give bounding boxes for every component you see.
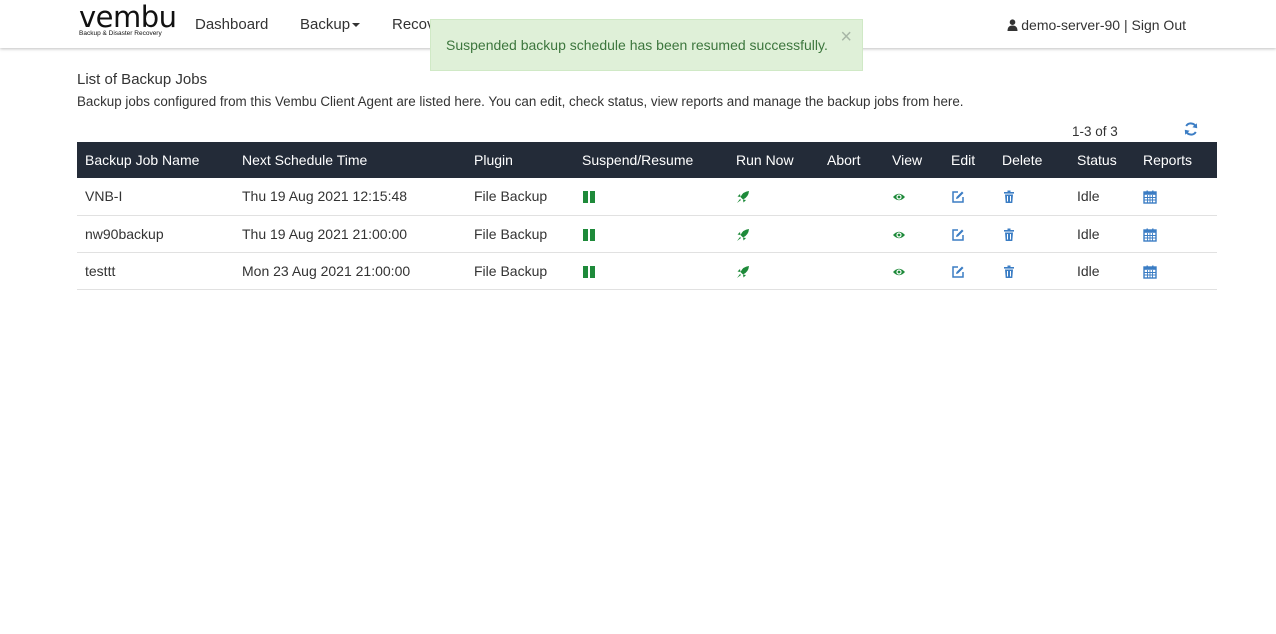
reports-cell bbox=[1135, 178, 1217, 216]
status: Idle bbox=[1069, 178, 1135, 216]
col-suspend-resume: Suspend/Resume bbox=[582, 152, 694, 168]
user-separator: | bbox=[1123, 17, 1128, 33]
nav-backup-label: Backup bbox=[300, 16, 351, 33]
page-title: List of Backup Jobs bbox=[77, 71, 208, 88]
abort-cell bbox=[819, 178, 884, 216]
success-alert: Suspended backup schedule has been resum… bbox=[430, 19, 863, 71]
view-cell bbox=[884, 178, 943, 216]
col-plugin: Plugin bbox=[474, 152, 513, 168]
col-job-name: Backup Job Name bbox=[85, 152, 200, 168]
table-row: testtt Mon 23 Aug 2021 21:00:00 File Bac… bbox=[77, 252, 1217, 290]
eye-icon[interactable] bbox=[892, 190, 906, 204]
status: Idle bbox=[1069, 215, 1135, 253]
nav-backup[interactable]: Backup bbox=[300, 16, 361, 33]
table-row: VNB-I Thu 19 Aug 2021 12:15:48 File Back… bbox=[77, 178, 1217, 216]
logo-wordmark: vembu bbox=[79, 0, 177, 34]
eye-icon[interactable] bbox=[892, 265, 906, 279]
job-name: nw90backup bbox=[77, 215, 234, 253]
col-run-now: Run Now bbox=[736, 152, 794, 168]
chevron-down-icon bbox=[352, 23, 361, 28]
pause-icon[interactable] bbox=[582, 190, 596, 204]
table-header-row: Backup Job Name Next Schedule Time Plugi… bbox=[77, 142, 1217, 178]
user-icon bbox=[1007, 19, 1018, 31]
status: Idle bbox=[1069, 252, 1135, 290]
rocket-icon[interactable] bbox=[736, 228, 750, 242]
refresh-icon[interactable] bbox=[1183, 121, 1199, 137]
backup-jobs-table: Backup Job Name Next Schedule Time Plugi… bbox=[77, 142, 1217, 290]
trash-icon[interactable] bbox=[1002, 228, 1016, 242]
suspend-cell bbox=[574, 252, 728, 290]
next-schedule: Mon 23 Aug 2021 21:00:00 bbox=[234, 252, 466, 290]
close-icon[interactable]: × bbox=[840, 27, 852, 47]
eye-icon[interactable] bbox=[892, 228, 906, 242]
col-edit: Edit bbox=[951, 152, 976, 168]
view-cell bbox=[884, 215, 943, 253]
suspend-cell bbox=[574, 215, 728, 253]
edit-icon[interactable] bbox=[951, 265, 965, 279]
rocket-icon[interactable] bbox=[736, 265, 750, 279]
edit-cell bbox=[943, 252, 994, 290]
next-schedule: Thu 19 Aug 2021 12:15:48 bbox=[234, 178, 466, 216]
view-cell bbox=[884, 252, 943, 290]
table-row: nw90backup Thu 19 Aug 2021 21:00:00 File… bbox=[77, 215, 1217, 253]
col-reports: Reports bbox=[1143, 152, 1193, 168]
vembu-logo[interactable]: vembu Backup & Disaster Recovery bbox=[79, 0, 177, 42]
run-now-cell bbox=[728, 252, 819, 290]
trash-icon[interactable] bbox=[1002, 190, 1016, 204]
nav-dashboard[interactable]: Dashboard bbox=[195, 16, 268, 33]
pause-icon[interactable] bbox=[582, 265, 596, 279]
reports-cell bbox=[1135, 215, 1217, 253]
col-next-schedule: Next Schedule Time bbox=[242, 152, 368, 168]
edit-cell bbox=[943, 215, 994, 253]
user-area: demo-server-90 | Sign Out bbox=[1007, 17, 1186, 33]
calendar-icon[interactable] bbox=[1143, 228, 1157, 242]
abort-cell bbox=[819, 252, 884, 290]
pagination-info: 1-3 of 3 bbox=[1072, 124, 1118, 139]
edit-cell bbox=[943, 178, 994, 216]
col-delete: Delete bbox=[1002, 152, 1043, 168]
suspend-cell bbox=[574, 178, 728, 216]
plugin: File Backup bbox=[466, 252, 574, 290]
plugin: File Backup bbox=[466, 215, 574, 253]
page-description: Backup jobs configured from this Vembu C… bbox=[77, 94, 964, 109]
edit-icon[interactable] bbox=[951, 190, 965, 204]
job-name: testtt bbox=[77, 252, 234, 290]
col-abort: Abort bbox=[827, 152, 861, 168]
edit-icon[interactable] bbox=[951, 228, 965, 242]
reports-cell bbox=[1135, 252, 1217, 290]
signout-link[interactable]: Sign Out bbox=[1132, 17, 1186, 33]
username: demo-server-90 bbox=[1021, 17, 1121, 33]
delete-cell bbox=[994, 252, 1069, 290]
rocket-icon[interactable] bbox=[736, 190, 750, 204]
job-name: VNB-I bbox=[77, 178, 234, 216]
nav-recovery[interactable]: Recov bbox=[392, 16, 435, 33]
pause-icon[interactable] bbox=[582, 228, 596, 242]
calendar-icon[interactable] bbox=[1143, 190, 1157, 205]
trash-icon[interactable] bbox=[1002, 265, 1016, 279]
logo-tagline: Backup & Disaster Recovery bbox=[79, 30, 162, 37]
next-schedule: Thu 19 Aug 2021 21:00:00 bbox=[234, 215, 466, 253]
col-view: View bbox=[892, 152, 923, 168]
delete-cell bbox=[994, 178, 1069, 216]
calendar-icon[interactable] bbox=[1143, 265, 1157, 279]
run-now-cell bbox=[728, 178, 819, 216]
delete-cell bbox=[994, 215, 1069, 253]
col-status: Status bbox=[1077, 152, 1117, 168]
alert-message: Suspended backup schedule has been resum… bbox=[446, 37, 828, 53]
abort-cell bbox=[819, 215, 884, 253]
plugin: File Backup bbox=[466, 178, 574, 216]
run-now-cell bbox=[728, 215, 819, 253]
